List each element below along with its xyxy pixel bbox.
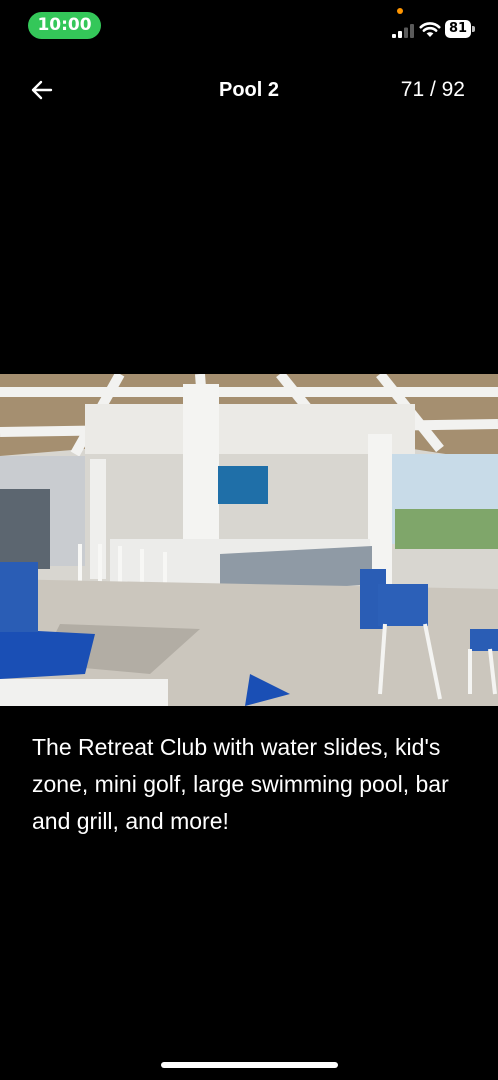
photo[interactable]	[0, 374, 498, 706]
arrow-left-icon	[31, 80, 53, 100]
battery-icon: 81	[445, 20, 475, 38]
wifi-icon	[419, 22, 441, 37]
status-bar: 10:00 81	[0, 0, 498, 50]
battery-level: 81	[445, 20, 471, 38]
home-indicator[interactable]	[161, 1062, 338, 1068]
cellular-signal-icon	[392, 24, 414, 38]
photo-counter: 71 / 92	[400, 78, 465, 101]
header: Pool 2 71 / 92	[0, 62, 498, 118]
battery-cap	[472, 26, 475, 32]
back-button[interactable]	[22, 70, 62, 110]
photo-caption: The Retreat Club with water slides, kid'…	[32, 734, 449, 834]
privacy-indicator	[397, 8, 403, 14]
status-time[interactable]: 10:00	[28, 12, 101, 39]
